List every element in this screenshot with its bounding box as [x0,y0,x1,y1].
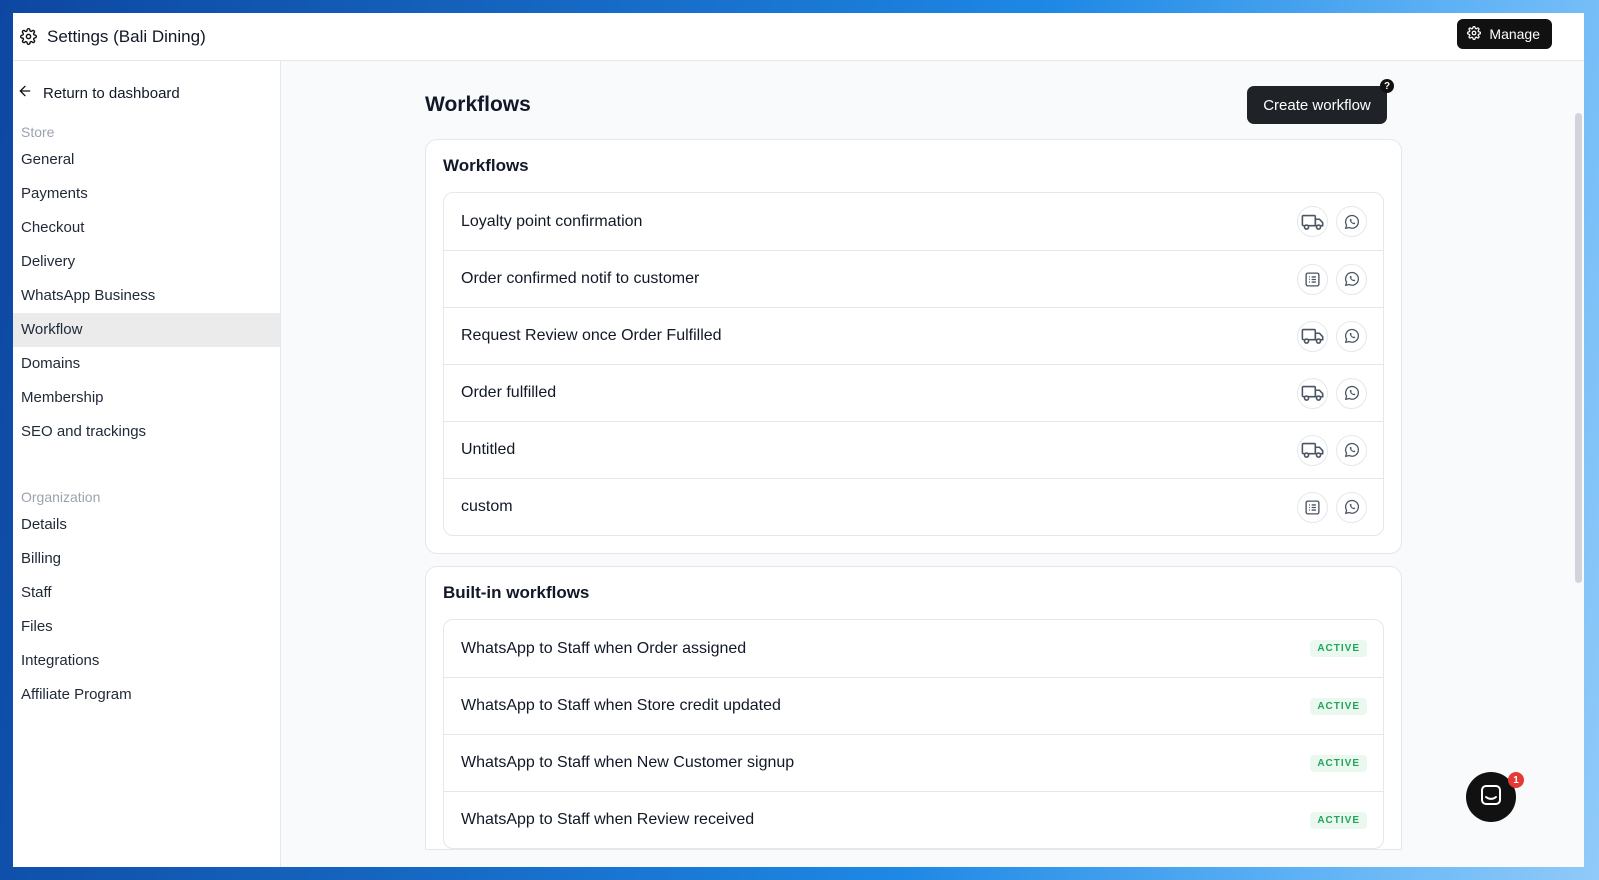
workflow-name: Loyalty point confirmation [461,212,643,230]
workflow-row[interactable]: custom [444,478,1383,535]
builtin-workflow-name: WhatsApp to Staff when Store credit upda… [461,697,781,714]
workflow-icons [1297,206,1367,237]
workflow-name: Order fulfilled [461,384,557,401]
gear-icon [1467,25,1482,43]
sidebar-item-integrations[interactable]: Integrations [13,644,280,678]
scrollbar[interactable] [1575,113,1582,583]
whatsapp-icon [1336,263,1367,295]
workflow-icons [1297,377,1367,409]
workflow-row[interactable]: Untitled [444,421,1383,478]
sidebar-item-payments[interactable]: Payments [13,177,280,211]
sidebar-item-membership[interactable]: Membership [13,381,280,415]
sidebar-item-domains[interactable]: Domains [13,347,280,381]
workflows-card: Workflows Loyalty point confirmation Orde… [425,139,1402,554]
workflow-icons [1297,320,1367,352]
list-icon [1297,491,1328,523]
top-bar: Settings (Bali Dining) Manage [13,13,1584,61]
workflow-icons [1297,434,1367,466]
workflow-name: Untitled [461,441,516,458]
manage-label: Manage [1489,26,1540,42]
status-badge: ACTIVE [1310,811,1367,829]
settings-window: Settings (Bali Dining) Manage Return to … [13,13,1584,867]
whatsapp-icon [1336,320,1367,352]
main-content: Workflows Create workflow ? Workflows Lo… [281,61,1584,867]
sidebar-item-affiliate-program[interactable]: Affiliate Program [13,678,280,712]
gear-icon [19,28,37,46]
settings-sidebar: Return to dashboard Store General Paymen… [13,61,281,867]
truck-icon [1297,320,1328,352]
status-badge: ACTIVE [1310,697,1367,715]
return-label: Return to dashboard [43,84,180,102]
workflow-name: custom [461,498,513,515]
builtin-workflow-row[interactable]: WhatsApp to Staff when Review received AC… [444,791,1383,848]
arrow-left-icon [17,83,33,103]
chat-unread-badge: 1 [1508,772,1524,788]
sidebar-item-general[interactable]: General [13,143,280,177]
whatsapp-icon [1336,206,1367,237]
workflows-card-title: Workflows [443,156,529,175]
workflow-row[interactable]: Request Review once Order Fulfilled [444,307,1383,364]
whatsapp-icon [1336,491,1367,523]
sidebar-item-billing[interactable]: Billing [13,542,280,576]
return-to-dashboard-link[interactable]: Return to dashboard [13,79,280,107]
builtin-workflow-list: WhatsApp to Staff when Order assigned ACT… [443,619,1384,849]
sidebar-item-delivery[interactable]: Delivery [13,245,280,279]
window-title: Settings (Bali Dining) [47,26,206,46]
truck-icon [1297,377,1328,409]
builtin-workflow-name: WhatsApp to Staff when Order assigned [461,639,747,657]
page-title: Workflows [425,93,531,116]
truck-icon [1297,206,1328,237]
sidebar-item-staff[interactable]: Staff [13,576,280,610]
sidebar-item-details[interactable]: Details [13,508,280,542]
sidebar-item-whatsapp-business[interactable]: WhatsApp Business [13,279,280,313]
section-label-store: Store [21,124,55,140]
workflow-name: Request Review once Order Fulfilled [461,327,722,344]
truck-icon [1297,434,1328,466]
workflow-name: Order confirmed notif to customer [461,270,700,287]
help-icon[interactable]: ? [1380,79,1394,93]
chat-icon [1479,783,1503,812]
builtin-workflow-name: WhatsApp to Staff when Review received [461,811,755,828]
workflow-icons [1297,491,1367,523]
whatsapp-icon [1336,434,1367,466]
status-badge: ACTIVE [1310,640,1367,657]
workflow-row[interactable]: Order confirmed notif to customer [444,250,1383,307]
sidebar-item-seo-and-trackings[interactable]: SEO and trackings [13,415,280,449]
manage-button[interactable]: Manage [1457,19,1552,49]
workflow-row[interactable]: Loyalty point confirmation [444,193,1383,250]
section-label-organization: Organization [21,489,101,505]
sidebar-item-files[interactable]: Files [13,610,280,644]
status-badge: ACTIVE [1310,754,1367,772]
workflow-list: Loyalty point confirmation Order confirme… [443,192,1384,536]
list-icon [1297,263,1328,295]
builtin-workflow-row[interactable]: WhatsApp to Staff when Order assigned ACT… [444,620,1383,677]
whatsapp-icon [1336,377,1367,409]
builtin-workflow-row[interactable]: WhatsApp to Staff when New Customer sign… [444,734,1383,791]
workflow-row[interactable]: Order fulfilled [444,364,1383,421]
sidebar-item-checkout[interactable]: Checkout [13,211,280,245]
workflow-icons [1297,263,1367,295]
builtin-workflow-name: WhatsApp to Staff when New Customer sign… [461,754,795,771]
builtin-workflow-row[interactable]: WhatsApp to Staff when Store credit upda… [444,677,1383,734]
builtin-card-title: Built-in workflows [443,583,590,602]
create-workflow-button[interactable]: Create workflow [1247,86,1387,124]
sidebar-item-workflow[interactable]: Workflow [13,313,280,347]
builtin-workflows-card: Built-in workflows WhatsApp to Staff whe… [425,566,1402,850]
